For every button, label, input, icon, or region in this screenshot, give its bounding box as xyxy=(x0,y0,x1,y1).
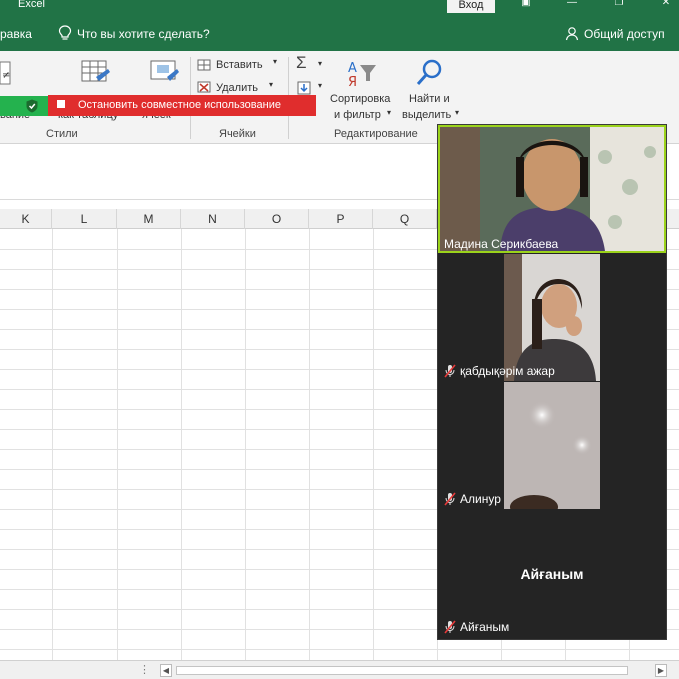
stop-icon xyxy=(57,100,65,108)
scroll-left-icon[interactable]: ◀ xyxy=(160,664,172,677)
horizontal-scrollbar[interactable]: ⋮ ◀ ▶ xyxy=(0,660,679,679)
delete-button[interactable]: Удалить xyxy=(216,82,258,94)
fill-down-icon[interactable] xyxy=(297,81,311,95)
column-gridline xyxy=(52,229,53,660)
column-header[interactable]: L xyxy=(52,209,117,229)
login-button[interactable]: Вход xyxy=(447,0,495,13)
scroll-right-icon[interactable]: ▶ xyxy=(655,664,667,677)
muted-mic-icon xyxy=(444,492,456,506)
sort-dropdown-icon[interactable]: ▾ xyxy=(387,108,391,117)
stop-share-label: Остановить совместное использование xyxy=(78,99,281,111)
insert-button[interactable]: Вставить xyxy=(216,59,263,71)
split-handle-icon[interactable]: ⋮ xyxy=(139,663,150,676)
tab-help[interactable]: равка xyxy=(0,27,32,41)
fill-dropdown-icon[interactable]: ▾ xyxy=(318,81,322,90)
participant-name: Айғаным xyxy=(460,620,510,634)
magnifier-icon[interactable] xyxy=(414,57,446,89)
column-header[interactable]: Q xyxy=(373,209,437,229)
video-tile[interactable]: қабдықәрім ажар xyxy=(438,254,666,381)
stop-share-button[interactable]: Остановить совместное использование xyxy=(48,95,316,116)
column-gridline xyxy=(117,229,118,660)
shield-icon xyxy=(26,99,38,113)
participant-video xyxy=(440,127,664,251)
svg-text:≠: ≠ xyxy=(2,70,10,81)
column-gridline xyxy=(245,229,246,660)
column-header[interactable]: N xyxy=(181,209,245,229)
autosum-dropdown-icon[interactable]: ▾ xyxy=(318,59,322,68)
row-gridline xyxy=(0,649,679,650)
group-label-cells: Ячейки xyxy=(219,128,256,140)
close-icon[interactable]: ✕ xyxy=(660,0,672,9)
find-dropdown-icon[interactable]: ▾ xyxy=(455,108,459,117)
sort-filter-icon[interactable]: A Я xyxy=(346,59,378,89)
participant-placeholder-name: Айғаным xyxy=(520,566,584,582)
participant-video xyxy=(504,254,600,381)
lightbulb-icon xyxy=(58,25,72,40)
delete-cells-icon xyxy=(197,81,211,93)
group-label-styles: Стили xyxy=(46,128,78,140)
muted-mic-icon xyxy=(444,364,456,378)
participant-name: қабдықәрім ажар xyxy=(460,364,555,378)
svg-text:A: A xyxy=(348,61,357,76)
scrollbar-thumb[interactable] xyxy=(176,666,628,675)
delete-dropdown-icon[interactable]: ▾ xyxy=(269,80,273,89)
format-as-table-icon[interactable] xyxy=(80,59,112,89)
person-share-icon xyxy=(565,27,579,41)
ribbon-display-icon[interactable]: ▣ xyxy=(520,0,532,9)
title-bar: Excel Вход ▣ — ❐ ✕ xyxy=(0,0,679,14)
cell-styles-icon[interactable] xyxy=(149,57,181,89)
video-tile[interactable]: Алинур xyxy=(438,382,666,509)
minimize-icon[interactable]: — xyxy=(566,0,578,9)
insert-cells-icon xyxy=(197,59,211,71)
restore-icon[interactable]: ❐ xyxy=(613,0,625,9)
column-gridline xyxy=(181,229,182,660)
find-select-label-1[interactable]: Найти и xyxy=(409,93,450,105)
autosum-icon[interactable]: Σ xyxy=(296,53,307,73)
column-header[interactable]: O xyxy=(245,209,309,229)
video-tile[interactable]: Мадина Серикбаева xyxy=(438,125,666,253)
group-label-editing: Редактирование xyxy=(334,128,418,140)
share-button[interactable]: Общий доступ xyxy=(584,27,665,41)
participant-video xyxy=(504,382,600,509)
sort-filter-label-1[interactable]: Сортировка xyxy=(330,93,390,105)
muted-mic-icon xyxy=(444,620,456,634)
insert-dropdown-icon[interactable]: ▾ xyxy=(273,57,277,66)
column-gridline xyxy=(309,229,310,660)
app-title: Excel xyxy=(18,0,45,10)
participant-name: Мадина Серикбаева xyxy=(444,237,559,251)
participant-name: Алинур xyxy=(460,492,501,506)
column-header[interactable]: K xyxy=(0,209,52,229)
conditional-format-icon[interactable]: ≠ xyxy=(0,60,12,86)
column-gridline xyxy=(373,229,374,660)
column-header[interactable]: P xyxy=(309,209,373,229)
find-select-label-2[interactable]: выделить xyxy=(402,109,451,121)
ribbon-tabs: равка Что вы хотите сделать? Общий досту… xyxy=(0,14,679,51)
svg-text:Я: Я xyxy=(348,75,357,89)
column-header[interactable]: M xyxy=(117,209,181,229)
screen: Excel Вход ▣ — ❐ ✕ равка Что вы хотите с… xyxy=(0,0,679,679)
sort-filter-label-2[interactable]: и фильтр xyxy=(334,109,381,121)
tell-me-search[interactable]: Что вы хотите сделать? xyxy=(77,27,210,41)
share-status-bar xyxy=(0,96,48,116)
